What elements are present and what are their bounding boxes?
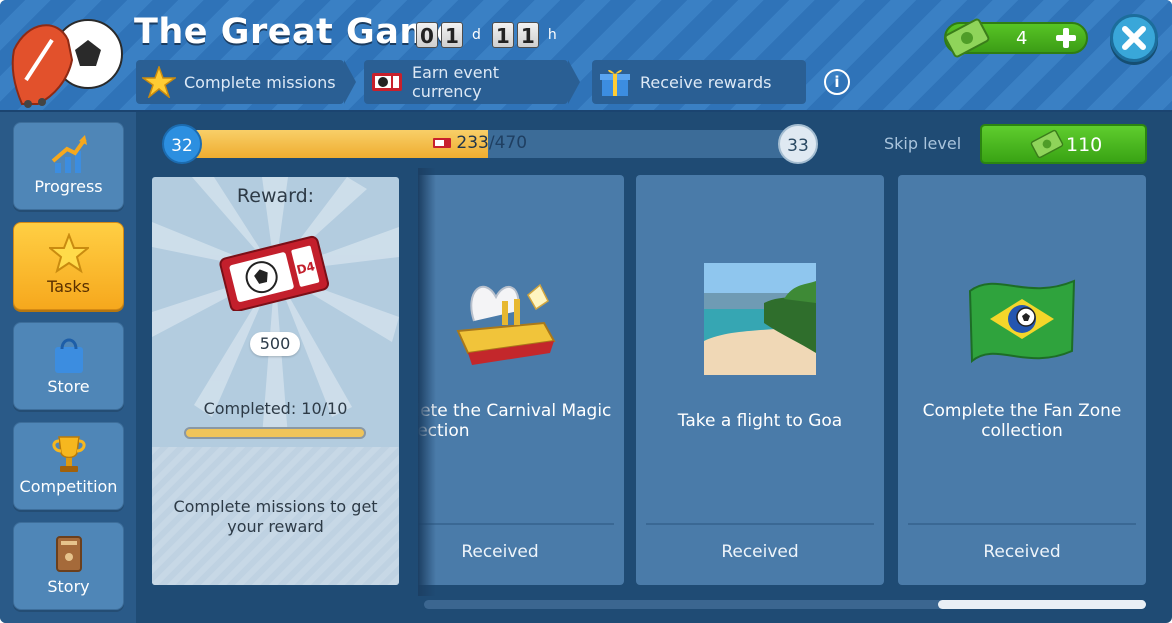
- list-edge-shadow: [418, 168, 436, 596]
- mission-status: Received: [461, 542, 539, 562]
- mission-card[interactable]: mplete the Carnival Magic collection Rec…: [418, 175, 624, 585]
- progress-total: /470: [488, 133, 528, 153]
- sidebar-item-story[interactable]: Story: [13, 522, 124, 610]
- currency-value: 4: [1016, 28, 1028, 49]
- shopping-bag-icon: [54, 338, 83, 373]
- reward-amount: 500: [250, 332, 300, 356]
- plus-icon[interactable]: [1054, 26, 1078, 50]
- sidebar-item-label: Progress: [34, 177, 103, 196]
- close-button[interactable]: [1110, 14, 1158, 62]
- scrollbar-thumb[interactable]: [938, 600, 1146, 609]
- sidebar-item-label: Story: [47, 577, 90, 596]
- event-window: The Great Game 0 1 d 1 1 h Complete miss…: [0, 0, 1172, 623]
- level-progress-bar: 233/470: [180, 130, 800, 158]
- sidebar-item-progress[interactable]: Progress: [13, 122, 124, 210]
- book-icon: [55, 536, 82, 572]
- event-timer: 0 1 d 1 1 h: [416, 22, 565, 48]
- missions-list[interactable]: mplete the Carnival Magic collection Rec…: [418, 175, 1158, 587]
- mission-card[interactable]: Complete the Fan Zone collection Receive…: [898, 175, 1146, 585]
- step-label: Receive rewards: [640, 72, 772, 92]
- ticket-icon: [372, 73, 402, 91]
- mission-name: Complete the Fan Zone collection: [922, 401, 1122, 441]
- ticket-icon: [433, 138, 451, 148]
- sidebar-item-tasks[interactable]: Tasks: [13, 222, 124, 310]
- soccer-ticket-icon: D4: [219, 235, 330, 311]
- mission-name: mplete the Carnival Magic collection: [418, 401, 612, 441]
- skip-level-button[interactable]: 110: [980, 124, 1147, 164]
- soccer-boot-logo: [11, 19, 123, 108]
- reward-message: Complete missions to get your reward: [173, 497, 378, 536]
- mission-card[interactable]: Take a flight to Goa Received: [636, 175, 884, 585]
- progress-value: 233: [456, 133, 489, 153]
- event-header: The Great Game 0 1 d 1 1 h Complete miss…: [0, 0, 1172, 112]
- timer-day-unit: d: [472, 27, 481, 43]
- skip-level-cost: 110: [1066, 134, 1103, 156]
- chart-arrow-icon: [51, 135, 87, 173]
- step-complete-missions: Complete missions: [136, 60, 356, 104]
- sidebar: Progress Tasks Store Competition Story: [0, 112, 136, 623]
- sidebar-item-label: Competition: [19, 477, 118, 496]
- skip-level-label: Skip level: [884, 134, 962, 153]
- timer-hour-digit: 1: [491, 22, 514, 48]
- level-progress-text: 233/470: [433, 133, 527, 153]
- mission-name: Take a flight to Goa: [677, 411, 843, 431]
- event-title: The Great Game: [134, 12, 461, 52]
- info-icon[interactable]: i: [824, 69, 850, 95]
- star-icon: [142, 66, 176, 98]
- star-icon: [48, 233, 89, 274]
- gift-icon: [600, 69, 630, 96]
- card-divider: [418, 523, 614, 525]
- mission-status: Received: [721, 542, 799, 562]
- sidebar-item-competition[interactable]: Competition: [13, 422, 124, 510]
- carnival-float-image: [456, 283, 556, 365]
- timer-hour-digit: 1: [516, 22, 539, 48]
- close-icon: [1122, 26, 1146, 50]
- sidebar-item-label: Store: [47, 377, 90, 396]
- mission-status: Received: [983, 542, 1061, 562]
- cash-icon: [944, 18, 990, 58]
- reward-info-area: Complete missions to get your reward: [152, 447, 399, 585]
- reward-heading: Reward:: [236, 185, 315, 207]
- completed-count: Completed: 10/10: [203, 399, 348, 418]
- brazil-flag-image: [968, 279, 1076, 364]
- sidebar-item-label: Tasks: [47, 277, 90, 296]
- next-level-badge: 33: [778, 124, 818, 164]
- current-level-badge: 32: [162, 124, 202, 164]
- timer-day-digit: 1: [441, 22, 463, 48]
- step-label: Earn event currency: [412, 63, 500, 101]
- timer-day-digit: 0: [416, 22, 438, 48]
- completed-progress-bar: [184, 427, 366, 439]
- goa-beach-image: [704, 263, 816, 375]
- sidebar-item-store[interactable]: Store: [13, 322, 124, 410]
- card-divider: [908, 523, 1136, 525]
- step-label: Complete missions: [184, 72, 336, 92]
- reward-panel: Reward: D4 500 Completed: 10/10 Complete…: [152, 177, 399, 585]
- step-receive-rewards: Receive rewards: [592, 60, 806, 104]
- trophy-icon: [52, 436, 85, 472]
- card-divider: [646, 523, 874, 525]
- cash-icon: [1030, 129, 1064, 159]
- timer-hour-unit: h: [547, 27, 557, 43]
- step-earn-currency: Earn event currency: [364, 60, 580, 104]
